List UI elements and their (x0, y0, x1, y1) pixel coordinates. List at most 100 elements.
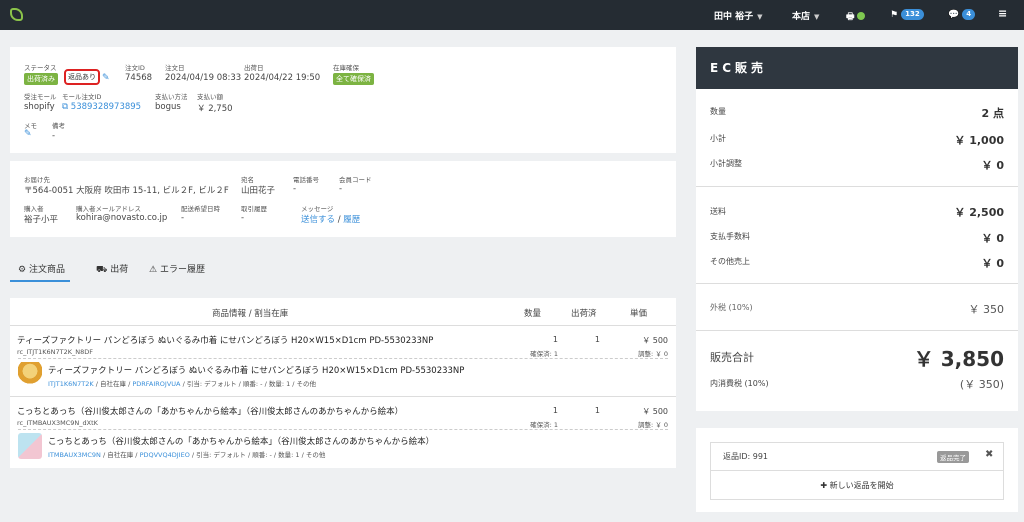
close-icon[interactable]: ✖ (985, 449, 993, 460)
alloc-meta: / 引当: デフォルト / 順番: - / 数量: 1 / その他 (189, 451, 326, 459)
qty-value: 2 点 (981, 107, 1004, 120)
row-separator (10, 396, 676, 397)
printer-icon: 🖶 (846, 12, 855, 22)
col-header-shipped: 出荷済 (571, 309, 597, 319)
pay-amount-label: 支払い額 (197, 93, 223, 101)
other-sales-value: ￥ 0 (981, 257, 1004, 270)
qty-label: 数量 (710, 107, 726, 116)
alloc-code-link[interactable]: ITJT1K6N7T2K (48, 380, 94, 388)
active-tab-indicator (10, 280, 70, 282)
message-history-link[interactable]: 履歴 (343, 215, 360, 225)
ext-tax-label: 外税 (10%) (710, 303, 753, 312)
status-dot (856, 12, 865, 20)
plus-icon: ✚ (820, 481, 830, 490)
note-label: 備考 (52, 122, 65, 130)
member-label: 会員コード (339, 176, 372, 184)
ship-date-label: 出荷日 (244, 64, 264, 72)
alloc-sku-link[interactable]: PDRFAIROJVUA (132, 380, 180, 388)
pay-method: bogus (155, 102, 181, 112)
subtotal-label: 小計 (710, 134, 726, 143)
app-logo-icon[interactable] (10, 8, 23, 21)
warning-icon: ⚠ (149, 265, 160, 275)
wish-date: - (181, 213, 185, 223)
alloc-sku-link[interactable]: PDQVVQ4DJIEO (140, 451, 190, 459)
printer-status[interactable]: 🖶 (846, 9, 865, 25)
col-header-product: 商品情報 / 割当在庫 (212, 309, 289, 319)
history: - (241, 213, 245, 223)
order-date-label: 注文日 (165, 64, 185, 72)
hamburger-icon[interactable]: ≡ (998, 7, 1007, 20)
alloc-product-name: ティーズファクトリー パンどろぼう ぬいぐるみ巾着 にせパンどろぼう H20×W… (48, 366, 465, 376)
chat-notifications[interactable]: 💬 4 (948, 9, 976, 20)
chat-count-badge: 4 (962, 9, 976, 20)
order-items-table: 商品情報 / 割当在庫 数量 出荷済 単価 ティーズファクトリー パンどろぼう … (10, 298, 676, 468)
pay-method-label: 支払い方法 (155, 93, 188, 101)
product-code: rc_ITMBAUX3MC9N_dXtK (17, 419, 98, 427)
qty-reserved: 確保済: 1 (530, 421, 558, 429)
external-link-icon: ⧉ (62, 102, 71, 112)
fee-value: ￥ 0 (981, 232, 1004, 245)
shipped-qty: 1 (594, 335, 600, 344)
order-tabs: ⚙ 注文商品 ⛟ 出荷 ⚠ エラー履歴 (10, 258, 676, 284)
order-summary-card: ステータス 出荷済み 返品あり ✎ 注文ID 74568 注文日 2024/04… (10, 47, 676, 153)
addressee-label: 宛名 (241, 176, 254, 184)
return-box: 返品ID: 991 返品完了 ✖ ✚ 新しい返品を開始 (710, 442, 1004, 500)
product-name: ティーズファクトリー パンどろぼう ぬいぐるみ巾着 にせパンどろぼう H20×W… (17, 336, 434, 346)
order-date: 2024/04/19 08:33 (165, 73, 242, 83)
status-label: ステータス (24, 64, 57, 72)
flag-count-badge: 132 (901, 9, 924, 20)
alloc-code-link[interactable]: ITMBAUX3MC9N (48, 451, 101, 459)
product-code: rc_ITJT1K6N7T2K_N8DF (17, 348, 94, 356)
product-thumbnail (18, 433, 42, 459)
total-value: ￥ 3,850 (913, 347, 1004, 371)
return-status-badge: 返品完了 (937, 451, 969, 463)
mall-order-id: 5389328973895 (70, 102, 142, 112)
tab-label: エラー履歴 (159, 265, 205, 275)
items-icon: ⚙ (18, 265, 29, 275)
user-menu[interactable]: 田中 裕子 ▼ (714, 9, 763, 22)
shipping-label: 送料 (710, 207, 726, 216)
unit-price: ￥ 500 (642, 407, 668, 416)
return-id[interactable]: 返品ID: 991 (723, 451, 768, 462)
tab-shipping[interactable]: ⛟ 出荷 (96, 262, 128, 276)
edit-memo-icon[interactable]: ✎ (24, 129, 32, 139)
divider (696, 283, 1018, 284)
qty: 1 (552, 406, 558, 415)
ext-tax-value: ￥ 350 (968, 303, 1005, 316)
mall-order-label: モール注文ID (62, 93, 102, 101)
chevron-down-icon: ▼ (757, 13, 763, 21)
send-message-link[interactable]: 送信する (301, 215, 335, 225)
wish-date-label: 配送希望日時 (181, 205, 220, 213)
subtotal-value: ￥ 1,000 (954, 134, 1004, 147)
alloc-details: ITMBAUX3MC9N / 自社在庫 / PDQVVQ4DJIEO / 引当:… (48, 449, 325, 459)
flag-notifications[interactable]: ⚑ 132 (890, 9, 924, 20)
dest-address: 〒564-0051 大阪府 吹田市 15-11, ビル２F, ビル２F (24, 186, 229, 196)
tab-order-items[interactable]: ⚙ 注文商品 (18, 262, 65, 275)
history-label: 取引履歴 (241, 205, 267, 213)
chevron-down-icon: ▼ (814, 13, 820, 21)
total-label: 販売合計 (710, 351, 754, 364)
tab-error-history[interactable]: ⚠ エラー履歴 (149, 262, 205, 275)
price-adjustment: 調整: ￥ 0 (638, 421, 668, 429)
incl-tax-label: 内消費税 (10%) (710, 379, 769, 388)
note-value: - (52, 131, 56, 141)
divider (696, 330, 1018, 331)
buyer-email-label: 購入者メールアドレス (76, 205, 141, 213)
message-links: 送信する / 履歴 (301, 213, 360, 225)
alloc-details: ITJT1K6N7T2K / 自社在庫 / PDRFAIROJVUA / 引当:… (48, 378, 316, 388)
fee-label: 支払手数料 (710, 232, 750, 241)
new-return-button[interactable]: ✚ 新しい返品を開始 (711, 471, 1003, 500)
row-divider (18, 358, 668, 359)
edit-status-icon[interactable]: ✎ (102, 73, 110, 83)
status-badge-returned: 返品あり (64, 69, 100, 85)
price-adjustment: 調整: ￥ 0 (638, 350, 668, 358)
member-code: - (339, 184, 343, 194)
product-thumbnail (18, 362, 42, 388)
divider (696, 186, 1018, 187)
store-menu[interactable]: 本店 ▼ (792, 9, 819, 22)
shipped-qty: 1 (594, 406, 600, 415)
order-id: 74568 (125, 73, 153, 83)
mall-order-link[interactable]: ⧉ 5389328973895 (62, 102, 141, 112)
mall-label: 受注モール (24, 93, 57, 101)
buyer: 裕子小平 (24, 215, 59, 225)
